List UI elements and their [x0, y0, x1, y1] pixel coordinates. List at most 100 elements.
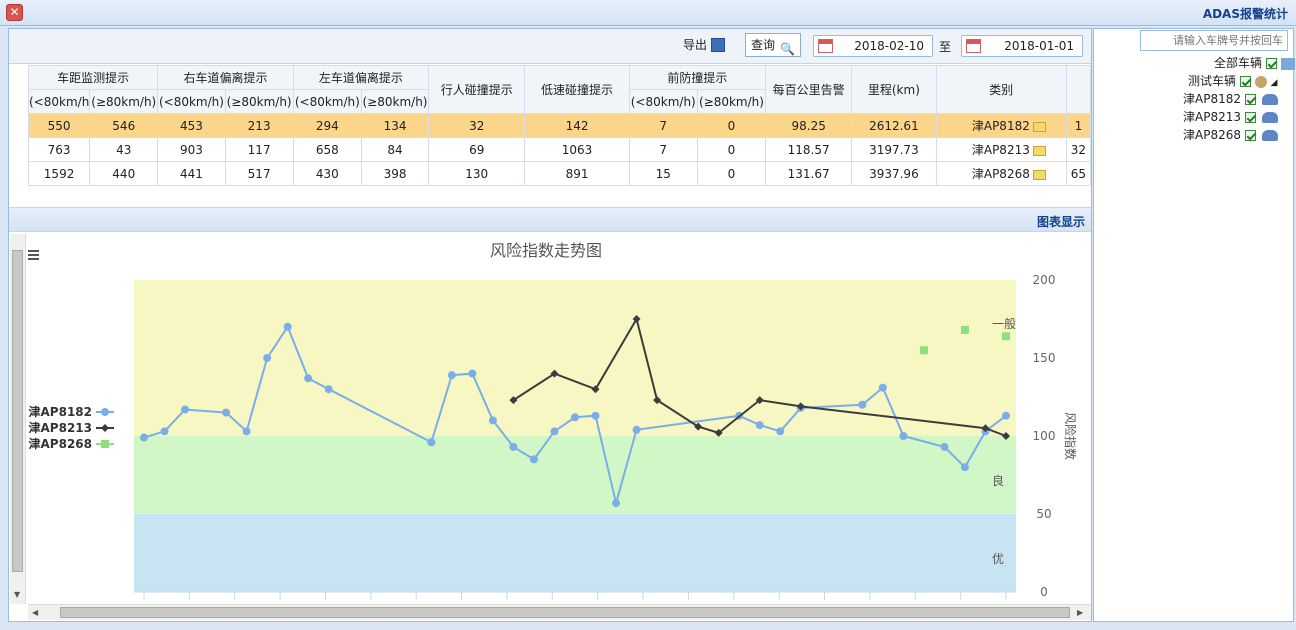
data-point [1002, 332, 1010, 341]
data-point [447, 371, 456, 380]
data-point [960, 325, 969, 334]
export-label: 导出 [683, 38, 708, 52]
car-icon [1261, 112, 1278, 123]
window-title: ADAS报警统计 [1202, 7, 1288, 21]
tree-node-vehicle[interactable]: 津AP8268 [1183, 126, 1278, 144]
data-point [160, 427, 169, 436]
band-label: 一般 [992, 316, 1016, 331]
folder-icon [1032, 121, 1046, 132]
end-date-field[interactable]: 2018-02-10 [813, 35, 933, 57]
header-pedestrian: 行人碰撞提示 [428, 65, 526, 114]
home-icon [1280, 57, 1295, 70]
y-tick-label: 0 [1040, 585, 1048, 599]
header-category: 类别 [935, 65, 1067, 114]
save-icon [711, 38, 725, 52]
band-优 [134, 514, 1016, 592]
legend-marker [101, 408, 109, 416]
y-axis-label: 风险指数 [1063, 412, 1078, 460]
data-point [858, 400, 867, 409]
export-button[interactable]: 导出 [681, 34, 737, 58]
vertical-scrollbar[interactable]: ▼ [10, 234, 26, 604]
table-row[interactable]: 763 43 903 117 658 84 69 1063 7 0 118.57… [28, 137, 1091, 162]
legend-label: 津AP8268 [29, 436, 92, 451]
car-icon [1261, 130, 1278, 141]
scroll-left-icon[interactable]: ◀ [32, 608, 38, 617]
data-point [1002, 411, 1010, 420]
legend-label: 津AP8213 [29, 420, 92, 435]
header-lt80: (<80km/h) [157, 89, 226, 114]
query-label: 查询 [751, 38, 776, 52]
data-point [283, 322, 292, 331]
data-point [899, 432, 908, 440]
folder-icon [1032, 169, 1046, 180]
data-point [468, 369, 477, 378]
scrollbar-thumb[interactable] [60, 607, 1070, 618]
close-icon[interactable]: ✕ [6, 4, 23, 21]
data-point [755, 421, 764, 430]
folder-icon [1032, 145, 1046, 156]
vehicle-name: 津AP8268 [971, 167, 1030, 181]
toolbar: 导出 🔍 查询 2018-02-10 至 2018-01-01 [9, 29, 1091, 64]
query-button[interactable]: 🔍 查询 [745, 33, 801, 57]
tree-label: 全部车辆 [1214, 56, 1263, 70]
header-ge80: (≥80km/h) [360, 89, 430, 114]
data-point [960, 463, 969, 472]
checkbox-icon[interactable] [1244, 130, 1256, 141]
risk-chart: 优良一般 050100150200 风险指数走势图 风险指数 津AP8182津A… [28, 241, 1078, 600]
expand-arrow-icon[interactable]: ◢ [1271, 78, 1278, 88]
checkbox-icon[interactable] [1239, 76, 1251, 87]
hamburger-menu-icon[interactable] [28, 250, 39, 260]
alarm-table: 车距监测提示 右车道偏离提示 左车道偏离提示 行人碰撞提示 低速碰撞提示 前防撞… [28, 65, 1091, 191]
header-right-ldw: 右车道偏离提示 [157, 65, 294, 90]
header-lt80: (<80km/h) [628, 89, 698, 114]
plate-search-input[interactable] [1140, 30, 1288, 51]
tree-node-group[interactable]: 测试车辆 ◢ [1188, 72, 1277, 90]
data-point [509, 442, 518, 451]
tree-label: 测试车辆 [1188, 74, 1237, 88]
car-icon [1261, 94, 1278, 105]
legend-label: 津AP8182 [29, 404, 92, 419]
checkbox-icon[interactable] [1265, 58, 1277, 69]
to-label: 至 [939, 40, 952, 54]
header-mileage: 里程(km) [851, 65, 937, 114]
data-point [612, 499, 621, 508]
window-titlebar: ✕ ADAS报警统计 [0, 0, 1296, 26]
data-point [222, 408, 231, 417]
chart-title: 风险指数走势图 [490, 241, 602, 260]
start-date-field[interactable]: 2018-01-01 [961, 35, 1083, 57]
checkbox-icon[interactable] [1244, 112, 1256, 123]
table-row[interactable]: 550 546 453 213 294 134 32 142 7 0 98.25… [28, 113, 1091, 138]
scrollbar-thumb[interactable] [12, 250, 23, 572]
tree-node-vehicle[interactable]: 津AP8213 [1183, 108, 1278, 126]
band-label: 优 [992, 552, 1004, 566]
scroll-right-icon[interactable]: ▶ [1077, 608, 1083, 617]
tree-node-root[interactable]: 全部车辆 ◀ [1214, 54, 1296, 72]
tree-label: 津AP8268 [1183, 128, 1241, 142]
data-point [776, 427, 785, 436]
header-forward: 前防撞提示 [628, 65, 767, 90]
data-point [263, 354, 272, 362]
scroll-down-icon[interactable]: ▼ [14, 590, 20, 599]
tree-node-vehicle[interactable]: 津AP8182 [1183, 90, 1278, 108]
chart-section-title: 图表显示 [1036, 215, 1085, 229]
calendar-icon[interactable] [818, 39, 833, 53]
calendar-icon[interactable] [966, 39, 981, 53]
horizontal-scrollbar[interactable]: ◀ ▶ [28, 604, 1091, 620]
chart-bands: 优良一般 [134, 280, 1016, 592]
data-point [140, 433, 148, 442]
header-ge80: (≥80km/h) [89, 89, 159, 114]
tree-label: 津AP8182 [1183, 92, 1241, 106]
data-point [242, 427, 251, 436]
data-point [919, 346, 928, 355]
vehicle-name: 津AP8182 [971, 119, 1030, 133]
table-row[interactable]: 1592 440 441 517 430 398 130 891 15 0 13… [28, 161, 1091, 186]
header-lt80: (<80km/h) [28, 89, 91, 114]
person-icon [1254, 75, 1267, 88]
legend-marker [101, 440, 109, 448]
checkbox-icon[interactable] [1244, 94, 1256, 105]
data-point [529, 455, 538, 464]
y-tick-label: 150 [1033, 351, 1056, 365]
data-point [632, 425, 641, 434]
y-tick-label: 100 [1033, 429, 1056, 443]
header-ge80: (≥80km/h) [224, 89, 294, 114]
